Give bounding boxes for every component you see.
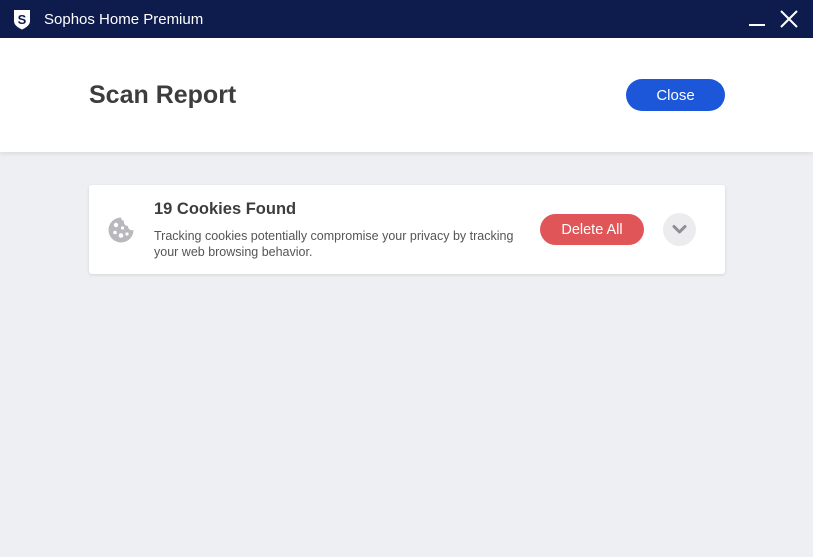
report-header: Scan Report Close (0, 38, 813, 152)
finding-title: 19 Cookies Found (154, 200, 297, 218)
chevron-down-icon (672, 225, 687, 234)
cookie-icon (108, 217, 134, 243)
minimize-button[interactable] (746, 8, 768, 30)
sophos-logo-icon: S (14, 10, 30, 30)
svg-text:S: S (18, 12, 27, 27)
delete-all-button[interactable]: Delete All (540, 214, 644, 245)
minimize-icon (749, 24, 765, 26)
expand-details-button[interactable] (663, 213, 696, 246)
finding-card-cookies: 19 Cookies Found Tracking cookies potent… (89, 185, 725, 274)
title-bar: S Sophos Home Premium (0, 0, 813, 38)
finding-description: Tracking cookies potentially compromise … (154, 229, 514, 259)
app-title: Sophos Home Premium (44, 11, 204, 28)
close-report-button[interactable]: Close (626, 79, 725, 111)
window-close-button[interactable] (778, 8, 800, 30)
close-icon (780, 10, 798, 28)
page-title: Scan Report (89, 81, 237, 109)
